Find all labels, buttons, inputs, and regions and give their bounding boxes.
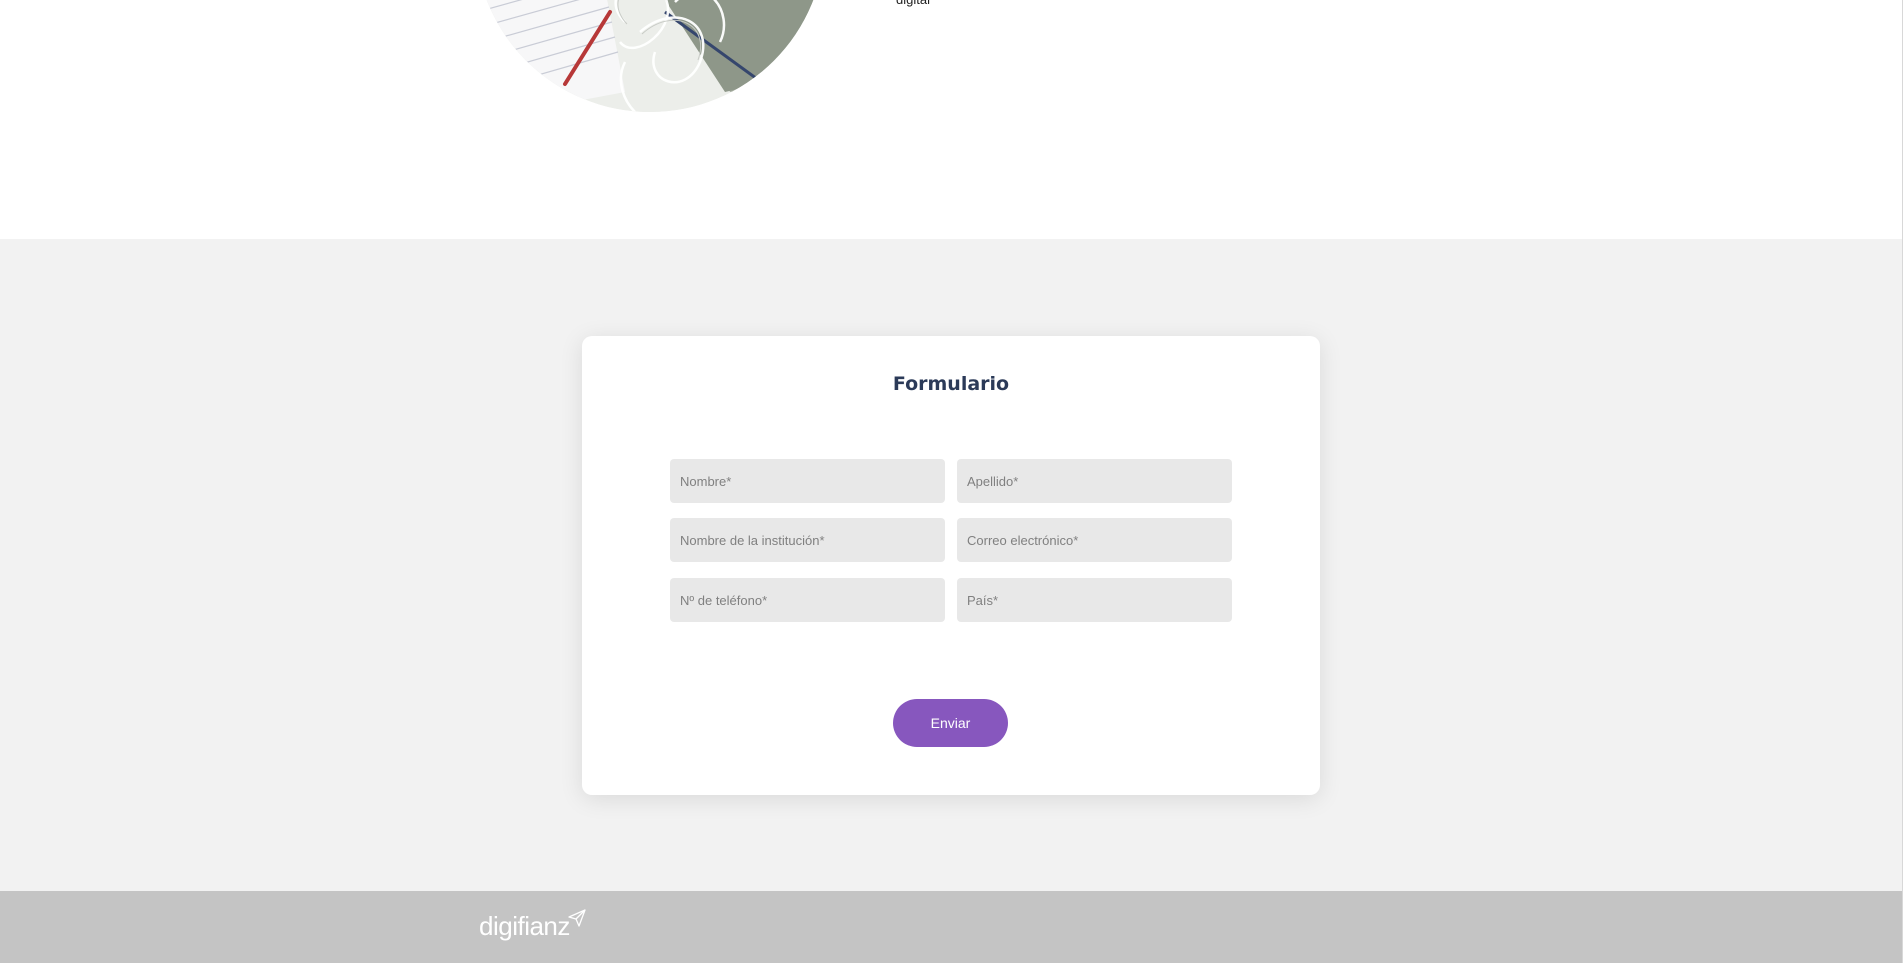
institution-input[interactable] xyxy=(670,518,945,562)
form-title: Formulario xyxy=(892,373,1010,395)
hero-image xyxy=(475,0,825,112)
phone-input[interactable] xyxy=(670,578,945,622)
country-input[interactable] xyxy=(957,578,1232,622)
footer-logo-text: digifianz xyxy=(479,911,570,941)
paper-plane-icon xyxy=(568,909,586,932)
last-name-input[interactable] xyxy=(957,459,1232,503)
desk-photo-illustration xyxy=(475,0,825,112)
email-input[interactable] xyxy=(957,518,1232,562)
contact-form-card: Formulario Enviar xyxy=(582,336,1320,795)
footer: digifianz xyxy=(0,891,1903,963)
intro-section: digital xyxy=(0,0,1903,239)
submit-button[interactable]: Enviar xyxy=(893,699,1008,747)
page: digital Formulario Enviar digifianz xyxy=(0,0,1903,963)
form-section: Formulario Enviar xyxy=(0,239,1903,891)
first-name-input[interactable] xyxy=(670,459,945,503)
footer-logo[interactable]: digifianz xyxy=(479,909,586,941)
intro-text: digital xyxy=(896,0,930,7)
